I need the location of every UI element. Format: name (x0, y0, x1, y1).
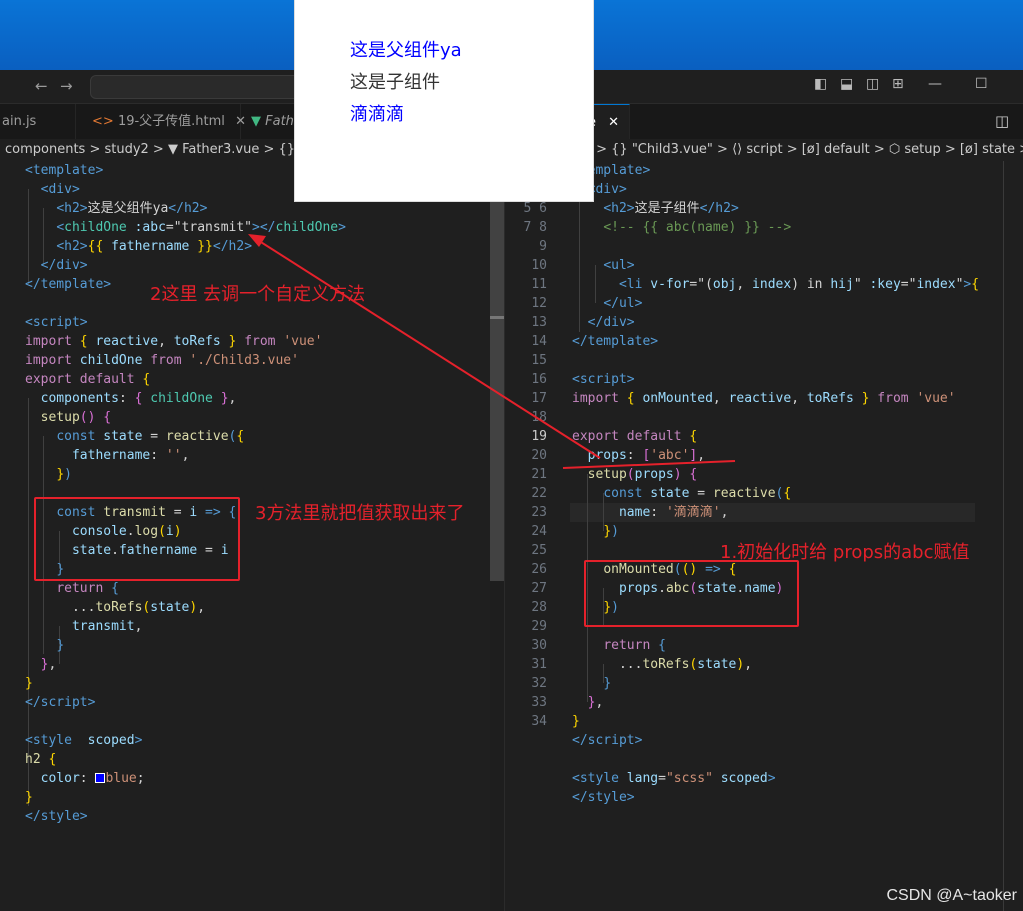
annotation-arrows (248, 234, 736, 469)
watermark: CSDN @A~taoker (886, 887, 1017, 904)
